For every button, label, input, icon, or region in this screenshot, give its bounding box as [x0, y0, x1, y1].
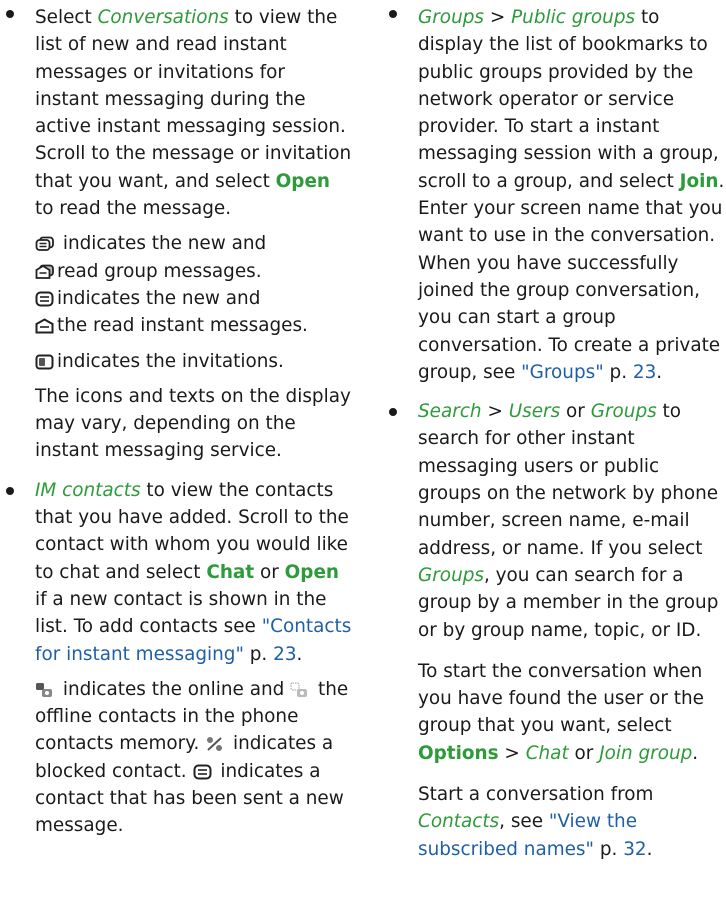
contacts-paragraph: Start a conversation from Contacts, see … [418, 784, 654, 860]
search-term: Search [418, 401, 482, 423]
public-groups-term: Public groups [511, 7, 636, 28]
left-column: Select Conversations to view the list of… [0, 0, 352, 852]
group-read-message-icon [35, 264, 55, 280]
open-option: Open [275, 170, 331, 192]
page-ref-32[interactable]: 32 [623, 839, 646, 860]
search-paragraph: Search > Users or Groups to search for o… [418, 401, 719, 641]
groups-term-3: Groups [418, 564, 484, 586]
right-column: Groups > Public groups to display the li… [383, 0, 726, 875]
legend-line-1: indicates the new and [35, 230, 352, 257]
group-new-message-icon [35, 236, 55, 252]
page-ref-23[interactable]: 23 [273, 644, 296, 665]
start-conversation-paragraph: To start the conversation when you have … [418, 660, 704, 764]
contact-icons-description: indicates the online and the offline con… [35, 678, 349, 837]
join-group-term: Join group [599, 742, 693, 764]
icons-note: The icons and texts on the display may v… [35, 385, 351, 462]
public-groups-paragraph: Groups > Public groups to display the li… [418, 7, 725, 383]
groups-link[interactable]: "Groups" [521, 362, 604, 383]
list-item-search: Search > Users or Groups to search for o… [383, 398, 726, 863]
join-option: Join [679, 170, 719, 192]
chat-term: Chat [525, 742, 569, 764]
sent-message-icon [193, 764, 213, 780]
offline-contact-icon [290, 682, 310, 698]
list-item-public-groups: Groups > Public groups to display the li… [383, 0, 726, 386]
invitation-icon [35, 354, 55, 370]
online-contact-icon [35, 682, 55, 698]
conversations-paragraph: Select Conversations to view the list of… [35, 7, 352, 220]
legend-line-4: the read instant messages. [35, 312, 352, 339]
options-option: Options [418, 742, 499, 764]
legend-line-2: read group messages. [35, 258, 352, 285]
contacts-term: Contacts [418, 811, 500, 833]
chat-option: Chat [206, 561, 255, 583]
list-item-im-contacts: IM contacts to view the contacts that yo… [0, 477, 352, 840]
page-ref-23-right[interactable]: 23 [633, 362, 656, 383]
open-option-2: Open [284, 561, 340, 583]
groups-term: Groups [418, 7, 484, 28]
new-message-icon [35, 291, 55, 307]
conversations-term: Conversations [97, 7, 229, 28]
blocked-contact-icon [205, 736, 225, 752]
read-message-icon [35, 318, 55, 334]
list-item-conversations: Select Conversations to view the list of… [0, 0, 352, 465]
message-icons-legend: indicates the new and read group message… [35, 230, 352, 374]
legend-line-3: indicates the new and [35, 285, 352, 312]
groups-term-2: Groups [590, 401, 657, 423]
legend-line-5: indicates the invitations. [35, 348, 352, 375]
im-contacts-term: IM contacts [35, 479, 141, 501]
users-term: Users [508, 401, 561, 423]
im-contacts-paragraph: IM contacts to view the contacts that yo… [35, 479, 352, 665]
